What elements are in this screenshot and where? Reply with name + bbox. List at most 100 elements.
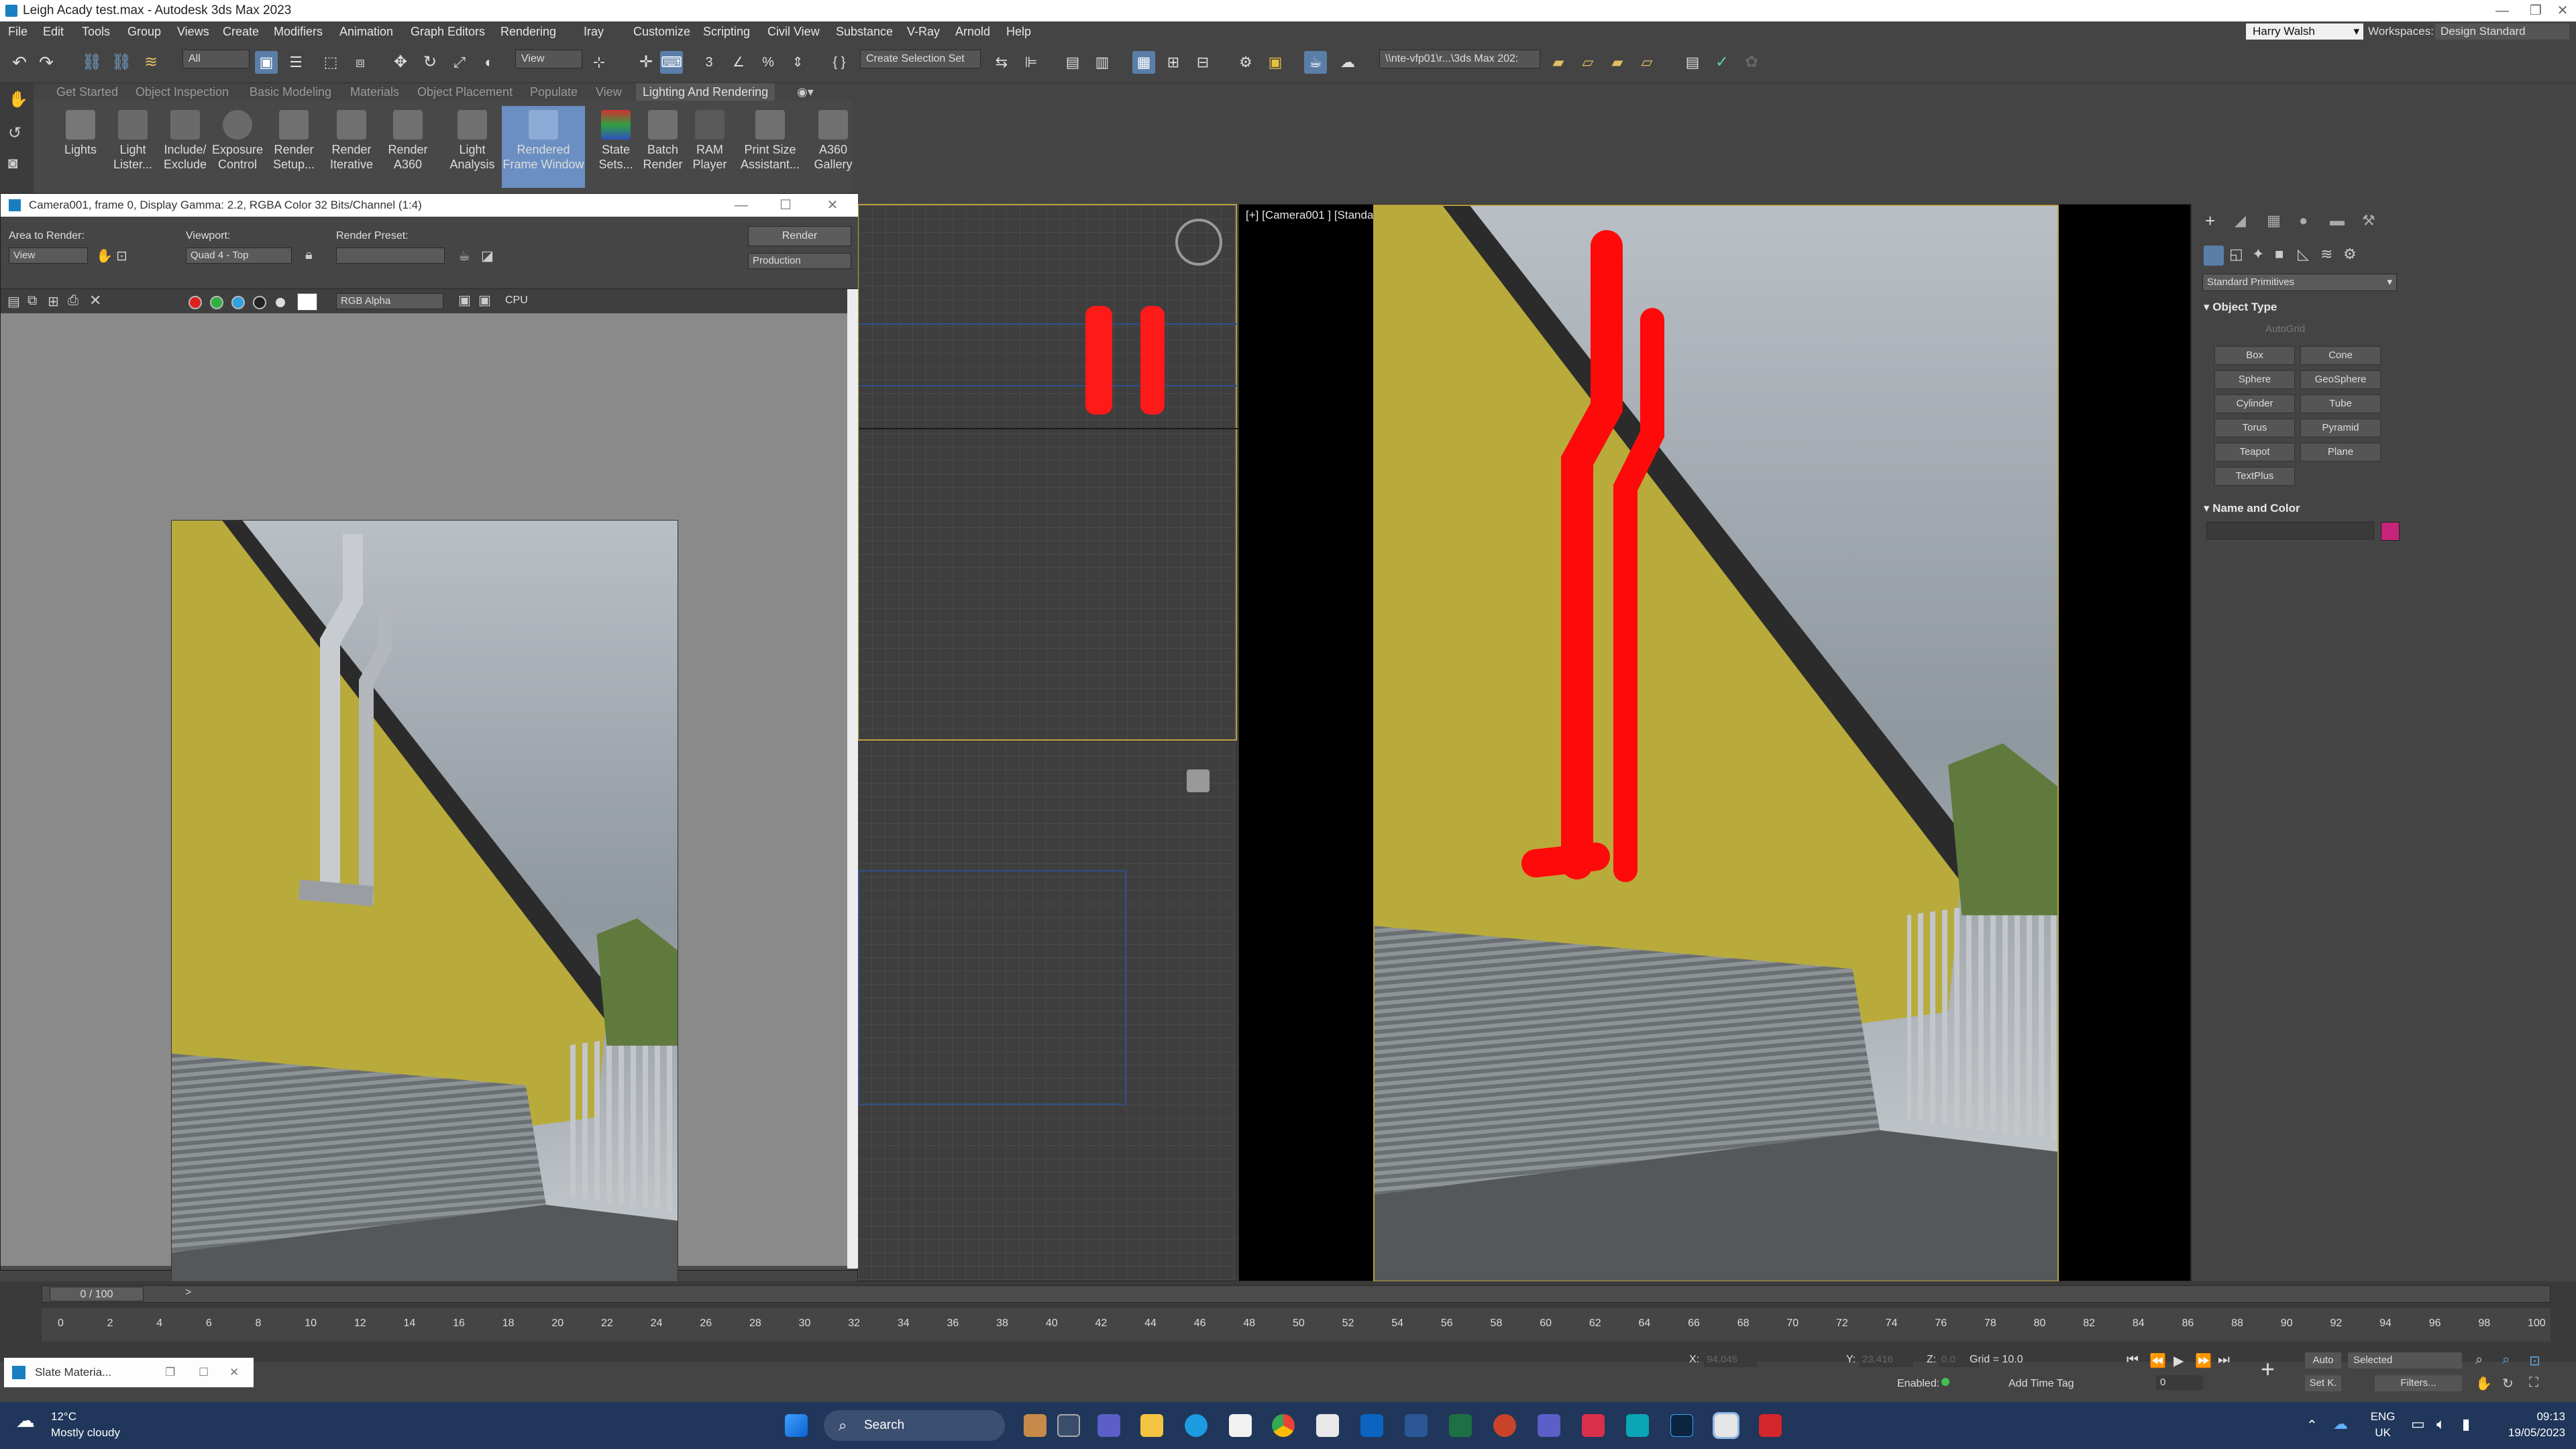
- menu-animation[interactable]: Animation: [339, 21, 393, 42]
- time-slider[interactable]: [42, 1285, 2551, 1303]
- align-icon[interactable]: ⊫: [1020, 51, 1042, 74]
- teapot-button[interactable]: Teapot: [2214, 443, 2295, 462]
- maximize-button[interactable]: ☐: [765, 194, 806, 217]
- ram-player-button[interactable]: RAM Player: [682, 106, 738, 188]
- space-warps-icon[interactable]: ≋: [2320, 246, 2332, 263]
- textplus-button[interactable]: TextPlus: [2214, 467, 2295, 486]
- angle-snap-icon[interactable]: ∠: [727, 51, 750, 74]
- hierarchy-tab-icon[interactable]: ▦: [2267, 212, 2281, 229]
- viewport-dropdown[interactable]: Quad 4 - Top: [186, 248, 292, 264]
- place-icon[interactable]: ◐: [478, 51, 500, 74]
- project-path-dropdown[interactable]: \\nte-vfp01\r...\3ds Max 202:: [1379, 50, 1540, 68]
- tab-get-started[interactable]: Get Started: [56, 83, 118, 101]
- user-account-dropdown[interactable]: Harry Walsh ▾: [2246, 23, 2363, 40]
- tab-materials[interactable]: Materials: [350, 83, 399, 101]
- window-crossing-icon[interactable]: ⧈: [349, 51, 372, 74]
- lights-button[interactable]: Lights: [52, 106, 109, 188]
- close-button[interactable]: ✕: [2542, 0, 2576, 21]
- viewport-camera[interactable]: [+] [Camera001 ] [Standard ] [Wireframe …: [1238, 204, 2191, 1282]
- include-exclude-button[interactable]: Include/Exclude: [157, 106, 213, 188]
- key-selection-dropdown[interactable]: Selected: [2348, 1352, 2462, 1368]
- restore-button[interactable]: ❐: [165, 1358, 175, 1387]
- orbit-icon[interactable]: ↺: [8, 123, 21, 143]
- render-setup-icon[interactable]: ⚙: [1234, 51, 1257, 74]
- tab-lighting-and-rendering[interactable]: Lighting And Rendering: [636, 83, 775, 101]
- display-correction-icon[interactable]: ▣: [478, 292, 491, 309]
- slate-material-editor-minimized[interactable]: Slate Materia... ❐ ☐ ✕: [4, 1358, 254, 1387]
- chrome-icon[interactable]: [1272, 1414, 1295, 1437]
- menu-vray[interactable]: V-Ray: [907, 21, 940, 42]
- workspace-selector[interactable]: Workspaces: Design Standard: [2368, 23, 2573, 40]
- name-and-color-header[interactable]: ▾ Name and Color: [2204, 502, 2300, 515]
- frame-buffer-icon[interactable]: ▣: [458, 292, 471, 309]
- render-setup-icon[interactable]: ☕: [458, 248, 470, 264]
- project-folder-icon[interactable]: ▰: [1547, 51, 1570, 74]
- clone-window-icon[interactable]: ⊞: [48, 293, 59, 310]
- curve-editor-icon[interactable]: ▦: [1132, 51, 1155, 74]
- save-image-icon[interactable]: ▤: [7, 293, 20, 310]
- helpers-icon[interactable]: ◺: [2298, 246, 2309, 263]
- print-icon[interactable]: ⎙: [68, 293, 78, 309]
- menu-create[interactable]: Create: [223, 21, 259, 42]
- toggle-ribbon-icon[interactable]: ▥: [1091, 51, 1114, 74]
- exposure-control-button[interactable]: Exposure Control: [209, 106, 266, 188]
- tube-button[interactable]: Tube: [2300, 394, 2381, 413]
- language-indicator[interactable]: ENG UK: [2367, 1409, 2399, 1441]
- 3dsmax-icon[interactable]: [1626, 1414, 1649, 1437]
- named-selection-dropdown[interactable]: Create Selection Set: [860, 50, 981, 68]
- key-filters-button[interactable]: Filters...: [2375, 1375, 2462, 1391]
- production-dropdown[interactable]: Production: [748, 253, 851, 269]
- mono-toggle[interactable]: [276, 298, 285, 307]
- clock[interactable]: 09:13 19/05/2023: [2496, 1409, 2565, 1441]
- pipe-object-top-1[interactable]: [1085, 306, 1112, 415]
- go-to-end-icon[interactable]: ⏭: [2218, 1352, 2230, 1368]
- y-coord-field[interactable]: 23.416: [1860, 1352, 1913, 1367]
- box-button[interactable]: Box: [2214, 346, 2295, 365]
- shapes-icon[interactable]: ◱: [2229, 246, 2243, 263]
- cylinder-button[interactable]: Cylinder: [2214, 394, 2295, 413]
- render-preset-dropdown[interactable]: [336, 248, 445, 264]
- bind-space-warp-icon[interactable]: ≋: [140, 51, 162, 74]
- rotate-icon[interactable]: ↻: [419, 51, 441, 74]
- clear-icon[interactable]: ✕: [89, 292, 101, 309]
- go-to-start-icon[interactable]: ⏮: [2127, 1352, 2139, 1368]
- rect-selection-icon[interactable]: ⬚: [319, 51, 342, 74]
- tab-basic-modeling[interactable]: Basic Modeling: [250, 83, 331, 101]
- play-icon[interactable]: ▶: [2174, 1352, 2184, 1369]
- excel-icon[interactable]: [1449, 1414, 1472, 1437]
- render-a360-button[interactable]: Render A360: [380, 106, 436, 188]
- motion-tab-icon[interactable]: ●: [2299, 212, 2308, 229]
- move-icon[interactable]: ✥: [389, 51, 412, 74]
- task-view-icon[interactable]: [1057, 1414, 1080, 1437]
- x-coord-field[interactable]: 94.045: [1704, 1352, 1758, 1367]
- print-size-assistant-button[interactable]: Print Size Assistant...: [735, 106, 805, 188]
- teams-chat-icon[interactable]: [1097, 1414, 1120, 1437]
- light-analysis-button[interactable]: Light Analysis: [444, 106, 500, 188]
- time-slider-thumb[interactable]: 0 / 100: [50, 1287, 144, 1301]
- render-setup-button[interactable]: Render Setup...: [266, 106, 322, 188]
- network-icon[interactable]: ▭: [2411, 1415, 2425, 1433]
- menu-group[interactable]: Group: [127, 21, 161, 42]
- render-icon[interactable]: ▤: [1681, 51, 1704, 74]
- pivot-center-icon[interactable]: ⊹: [588, 51, 610, 74]
- set-key-button[interactable]: Set K.: [2305, 1375, 2341, 1391]
- battery-icon[interactable]: ▮: [2462, 1415, 2470, 1433]
- keyboard-shortcut-override-icon[interactable]: ⌨: [660, 51, 683, 74]
- copy-image-icon[interactable]: ⧉: [28, 293, 37, 309]
- render-window-scrollbar[interactable]: [847, 289, 858, 1269]
- lights-icon[interactable]: ✦: [2252, 246, 2264, 263]
- flue-pipe-1[interactable]: [1561, 230, 1623, 879]
- utilities-tab-icon[interactable]: ⚒: [2362, 212, 2375, 229]
- tab-object-placement[interactable]: Object Placement: [417, 83, 513, 101]
- render-production-icon[interactable]: ☕: [1304, 51, 1327, 74]
- teams-icon[interactable]: [1538, 1414, 1560, 1437]
- percent-snap-icon[interactable]: %: [757, 51, 780, 74]
- select-by-name-icon[interactable]: ☰: [284, 51, 307, 74]
- menu-file[interactable]: File: [8, 21, 28, 42]
- ribbon-toggle-icon[interactable]: ◉▾: [797, 83, 814, 101]
- auto-key-button[interactable]: Auto: [2305, 1352, 2341, 1368]
- flue-elbow[interactable]: [1521, 843, 1610, 877]
- pan-view-icon[interactable]: ✋: [2475, 1375, 2492, 1392]
- select-manipulate-icon[interactable]: ✛: [635, 51, 657, 74]
- menu-arnold[interactable]: Arnold: [955, 21, 990, 42]
